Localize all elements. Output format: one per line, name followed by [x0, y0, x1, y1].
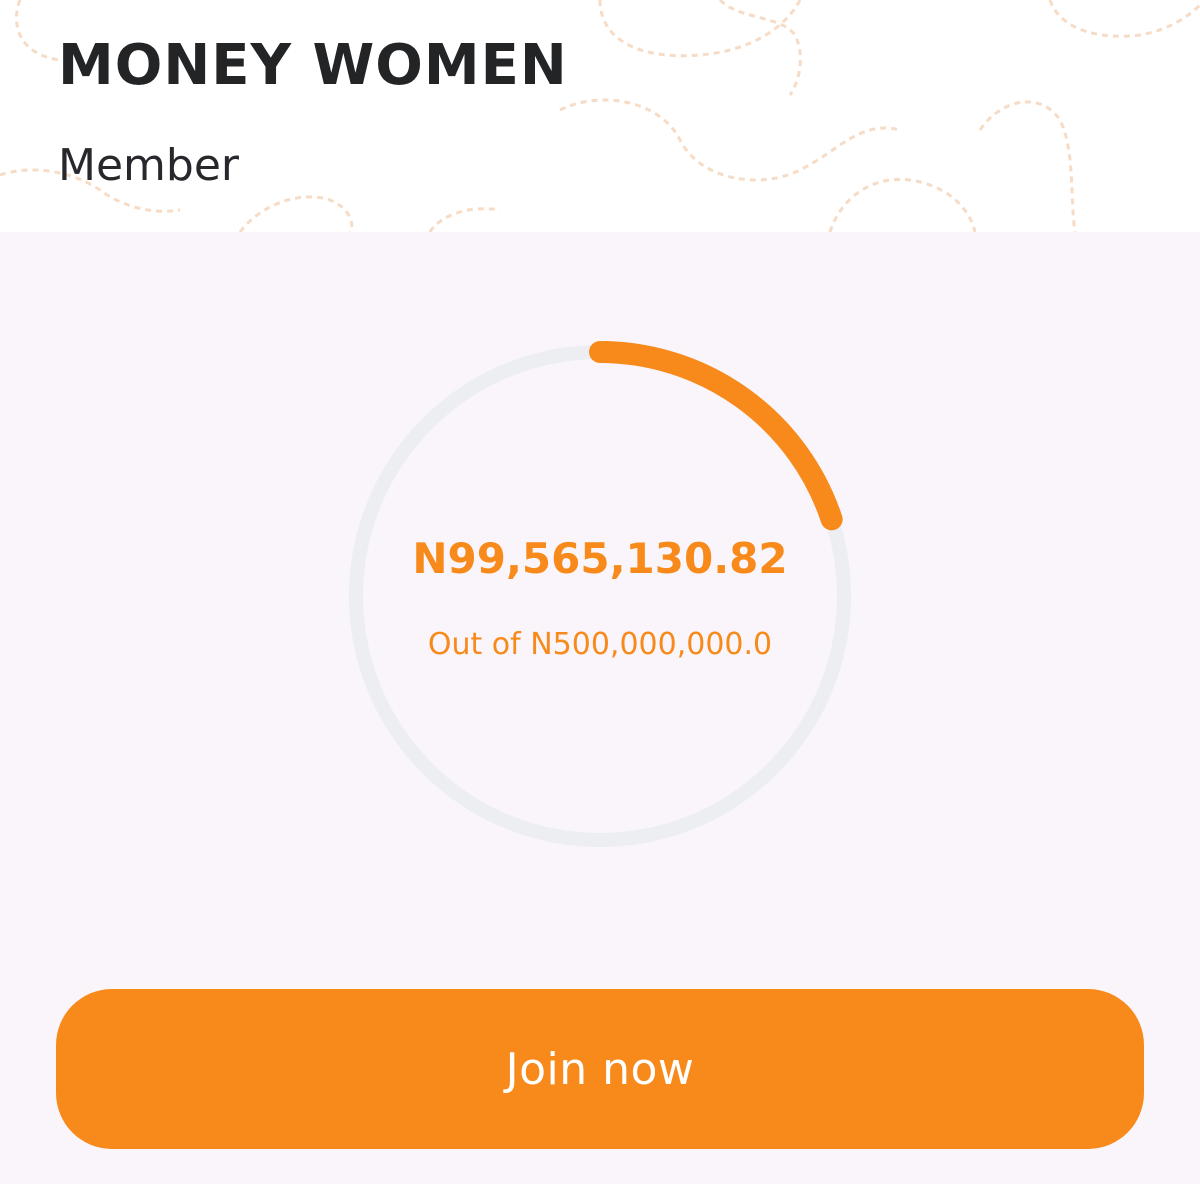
member-role-label: Member — [58, 140, 239, 191]
group-header: MONEY WOMEN Member — [0, 0, 1200, 232]
group-title: MONEY WOMEN — [58, 33, 568, 98]
join-now-button[interactable]: Join now — [56, 989, 1144, 1149]
progress-ring — [345, 341, 855, 851]
savings-progress-section: N99,565,130.82 Out of N500,000,000.0 Joi… — [0, 232, 1200, 1184]
target-amount: Out of N500,000,000.0 — [427, 627, 773, 662]
saved-amount: N99,565,130.82 — [412, 534, 788, 583]
progress-ring-widget: N99,565,130.82 Out of N500,000,000.0 — [342, 338, 858, 854]
page: MONEY WOMEN Member N99,565,130.82 Out of… — [0, 0, 1200, 1184]
